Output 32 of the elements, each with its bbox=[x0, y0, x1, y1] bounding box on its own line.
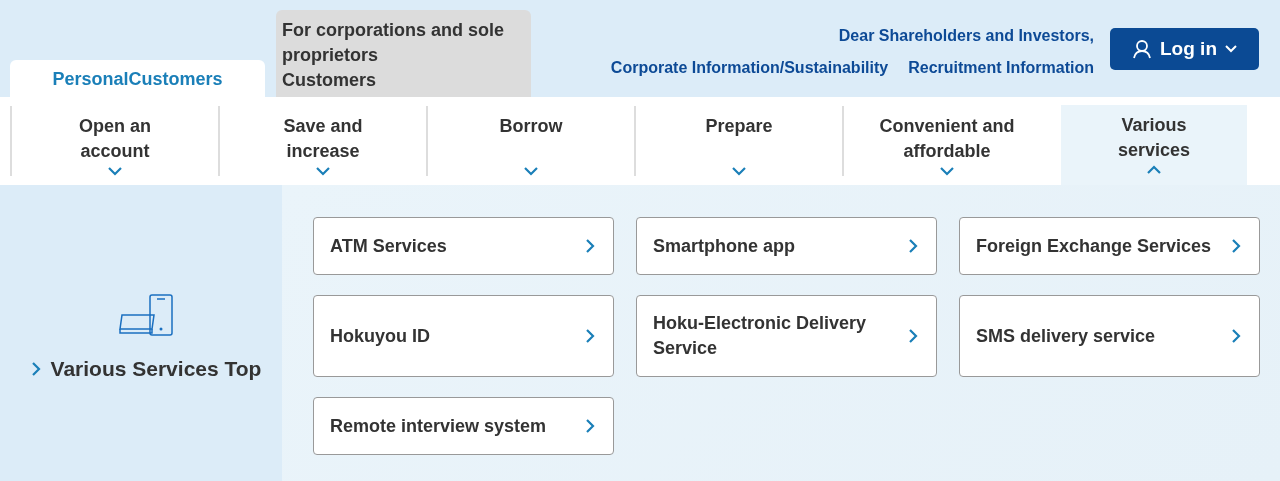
service-card[interactable]: Hokuyou ID bbox=[313, 295, 614, 377]
chevron-down-icon bbox=[108, 166, 122, 176]
top-link[interactable]: Various Services Top bbox=[30, 357, 262, 381]
header-link[interactable]: Recruitment Information bbox=[908, 56, 1094, 80]
chevron-down-icon bbox=[316, 166, 330, 176]
chevron-down-icon bbox=[732, 166, 746, 176]
chevron-down-icon bbox=[940, 166, 954, 176]
header-link[interactable]: Corporate Information/Sustainability bbox=[610, 56, 889, 80]
caret-icon bbox=[1225, 45, 1237, 53]
chevron-right-icon bbox=[585, 329, 595, 343]
service-card[interactable]: Hoku-Electronic Delivery Service bbox=[636, 295, 937, 377]
chevron-right-icon bbox=[585, 239, 595, 253]
chevron-right-icon bbox=[30, 362, 41, 376]
customer-tab[interactable]: For corporations and sole proprietors Customers bbox=[276, 10, 531, 97]
chevron-right-icon bbox=[908, 239, 918, 253]
service-card[interactable]: ATM Services bbox=[313, 217, 614, 275]
chevron-down-icon bbox=[524, 166, 538, 176]
service-card[interactable]: Smartphone app bbox=[636, 217, 937, 275]
service-card[interactable]: Remote interview system bbox=[313, 397, 614, 455]
customer-tab[interactable]: PersonalCustomers bbox=[10, 60, 265, 97]
chevron-right-icon bbox=[1231, 239, 1241, 253]
service-card[interactable]: Foreign Exchange Services bbox=[959, 217, 1260, 275]
chevron-right-icon bbox=[908, 329, 918, 343]
nav-tab[interactable]: Various services bbox=[1061, 105, 1247, 185]
devices-icon bbox=[116, 293, 176, 339]
login-button[interactable]: Log in bbox=[1110, 28, 1259, 70]
service-card[interactable]: SMS delivery service bbox=[959, 295, 1260, 377]
user-icon bbox=[1132, 39, 1152, 59]
chevron-up-icon bbox=[1147, 165, 1161, 175]
chevron-right-icon bbox=[585, 419, 595, 433]
chevron-right-icon bbox=[1231, 329, 1241, 343]
header-link[interactable]: Dear Shareholders and Investors, bbox=[838, 24, 1094, 48]
